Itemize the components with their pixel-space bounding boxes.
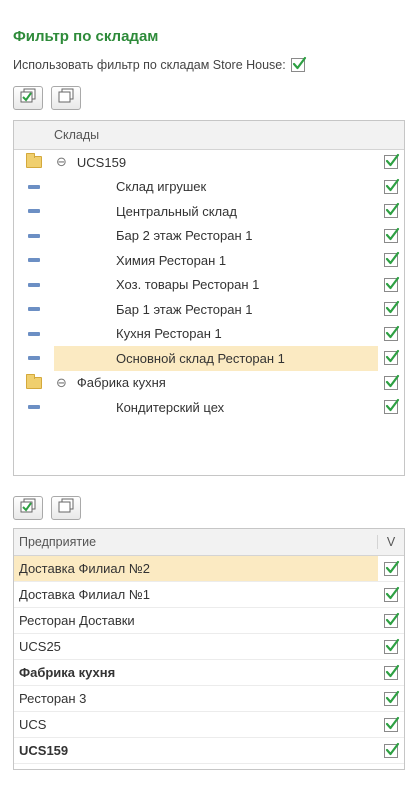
row-checkbox[interactable] (384, 325, 400, 341)
enterprise-checkbox[interactable] (384, 664, 400, 680)
tree-item-row[interactable]: Бар 2 этаж Ресторан 1 (14, 224, 404, 249)
warehouse-item-icon (28, 282, 40, 287)
enterprise-column-header[interactable]: Предприятие (14, 535, 377, 549)
warehouses-header-label: Склады (54, 128, 100, 142)
enterprise-name: Ресторан 3 (19, 691, 87, 706)
warehouse-item-icon (28, 233, 40, 238)
filter-option: Использовать фильтр по складам Store Hou… (13, 56, 306, 74)
table-row[interactable]: Доставка Филиал №2 (14, 556, 404, 582)
tree-item-row[interactable]: Бар 1 этаж Ресторан 1 (14, 297, 404, 322)
tree-row-label: Центральный склад (116, 203, 237, 219)
enterprise-checkbox[interactable] (384, 716, 400, 732)
warehouses-tree: Склады ⊖ UCS159 Склад игрушек Центральный с… (13, 120, 405, 476)
uncheck-all-icon (57, 498, 75, 519)
row-checkbox[interactable] (384, 252, 400, 268)
uncheck-all-button[interactable] (51, 86, 81, 110)
row-checkbox[interactable] (384, 203, 400, 219)
enterprise-name: UCS159 (19, 743, 69, 758)
warehouse-item-icon (28, 356, 40, 361)
tree-row-label: Склад игрушек (116, 179, 207, 195)
table-row[interactable]: UCS25 (14, 634, 404, 660)
uncheck-all-enterprises-button[interactable] (51, 496, 81, 520)
row-checkbox[interactable] (384, 276, 400, 292)
enterprise-checkbox[interactable] (384, 690, 400, 706)
folder-icon (26, 373, 42, 389)
table-row[interactable]: Ресторан Доставки (14, 608, 404, 634)
collapse-icon[interactable]: ⊖ (56, 154, 67, 170)
row-checkbox[interactable] (384, 374, 400, 390)
enterprise-name: Ресторан Доставки (19, 613, 135, 628)
tree-item-row[interactable]: Кондитерский цех (14, 395, 404, 420)
tree-row-label: Химия Ресторан 1 (116, 252, 227, 268)
warehouse-item-icon (28, 258, 40, 263)
warehouse-item-icon (28, 331, 40, 336)
tree-group-row[interactable]: ⊖ Фабрика кухня (14, 371, 404, 396)
warehouse-item-icon (28, 307, 40, 312)
table-row[interactable]: Ресторан 3 (14, 686, 404, 712)
tree-item-row[interactable]: Основной склад Ресторан 1 (14, 346, 404, 371)
uncheck-all-icon (57, 88, 75, 109)
tree-row-label: Кухня Ресторан 1 (116, 326, 222, 342)
tree-row-label: Бар 2 этаж Ресторан 1 (116, 228, 253, 244)
warehouse-item-icon (28, 209, 40, 214)
tree-item-row[interactable]: Склад игрушек (14, 175, 404, 200)
enterprise-checkbox[interactable] (384, 586, 400, 602)
table-row[interactable]: UCS159 (14, 738, 404, 764)
row-checkbox[interactable] (384, 154, 400, 170)
check-all-icon (19, 498, 37, 519)
enterprises-toolbar (13, 496, 81, 522)
warehouse-item-icon (28, 184, 40, 189)
tree-row-label: UCS159 (76, 154, 127, 170)
row-checkbox[interactable] (384, 178, 400, 194)
folder-icon (26, 153, 42, 169)
page-title: Фильтр по складам (13, 28, 159, 45)
check-all-icon (19, 88, 37, 109)
tree-row-label: Основной склад Ресторан 1 (116, 350, 285, 366)
warehouses-header: Склады (14, 121, 404, 150)
tree-row-label: Хоз. товары Ресторан 1 (116, 277, 260, 293)
enterprises-header: Предприятие V (14, 529, 404, 556)
collapse-icon[interactable]: ⊖ (56, 375, 67, 391)
check-all-enterprises-button[interactable] (13, 496, 43, 520)
warehouse-item-icon (28, 405, 40, 410)
enterprise-checkbox[interactable] (384, 560, 400, 576)
filter-option-label: Использовать фильтр по складам Store Hou… (13, 58, 286, 72)
tree-row-label: Бар 1 этаж Ресторан 1 (116, 301, 253, 317)
warehouses-toolbar (13, 86, 81, 112)
enterprise-name: Доставка Филиал №2 (14, 556, 378, 581)
tree-row-label: Фабрика кухня (76, 375, 166, 391)
row-checkbox[interactable] (384, 350, 400, 366)
check-all-button[interactable] (13, 86, 43, 110)
table-row[interactable]: UCS (14, 712, 404, 738)
use-filter-checkbox[interactable] (290, 56, 306, 72)
enterprise-name: Доставка Филиал №1 (19, 587, 151, 602)
row-checkbox[interactable] (384, 301, 400, 317)
enterprise-name: UCS (19, 717, 47, 732)
enterprise-checkbox[interactable] (384, 742, 400, 758)
table-row[interactable]: Доставка Филиал №1 (14, 582, 404, 608)
tree-item-row[interactable]: Кухня Ресторан 1 (14, 322, 404, 347)
tree-item-row[interactable]: Хоз. товары Ресторан 1 (14, 273, 404, 298)
table-row[interactable]: Фабрика кухня (14, 660, 404, 686)
row-checkbox[interactable] (384, 399, 400, 415)
enterprises-table: Предприятие V Доставка Филиал №2 Доставка… (13, 528, 405, 770)
tree-group-row[interactable]: ⊖ UCS159 (14, 150, 404, 175)
enterprise-checkbox[interactable] (384, 638, 400, 654)
enterprise-name: Фабрика кухня (19, 665, 116, 680)
v-column-header[interactable]: V (377, 535, 404, 549)
enterprise-name: UCS25 (19, 639, 61, 654)
tree-row-label: Кондитерский цех (116, 399, 225, 415)
row-checkbox[interactable] (384, 227, 400, 243)
enterprise-checkbox[interactable] (384, 612, 400, 628)
tree-item-row[interactable]: Центральный склад (14, 199, 404, 224)
tree-item-row[interactable]: Химия Ресторан 1 (14, 248, 404, 273)
